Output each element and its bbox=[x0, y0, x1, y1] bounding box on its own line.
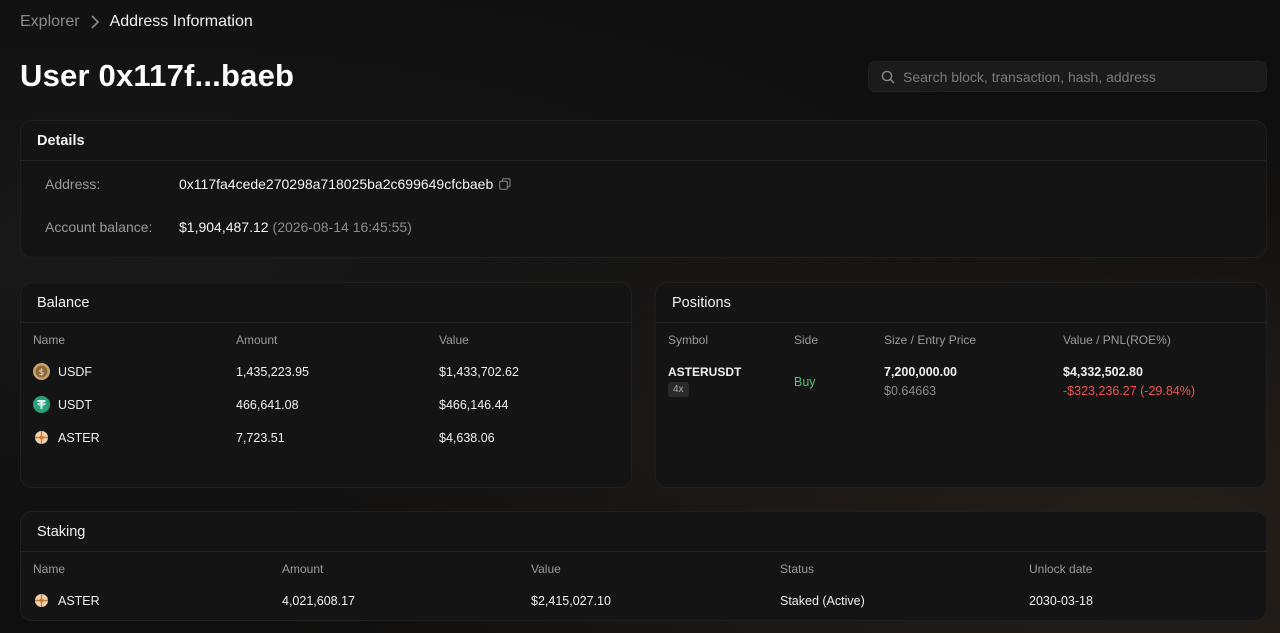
staking-col-unlock-date: Unlock date bbox=[1029, 562, 1093, 576]
search-input[interactable] bbox=[903, 68, 1253, 85]
table-row: ASTER bbox=[33, 429, 100, 446]
search-icon bbox=[881, 70, 895, 84]
chevron-right-icon bbox=[90, 15, 100, 29]
account-balance-label: Account balance: bbox=[45, 219, 153, 235]
balance-amount: 7,723.51 bbox=[236, 431, 285, 445]
staking-status: Staked (Active) bbox=[780, 594, 865, 608]
details-title: Details bbox=[21, 121, 1266, 161]
aster-coin-icon bbox=[33, 429, 50, 446]
account-balance-timestamp: (2026-08-14 16:45:55) bbox=[272, 219, 412, 235]
position-value: $4,332,502.80 bbox=[1063, 365, 1143, 379]
search-bar[interactable] bbox=[868, 61, 1267, 92]
position-symbol[interactable]: ASTERUSDT bbox=[668, 365, 741, 379]
address-label: Address: bbox=[45, 176, 101, 192]
positions-col-symbol: Symbol bbox=[668, 333, 709, 347]
balance-name: USDF bbox=[58, 364, 93, 379]
balance-title: Balance bbox=[21, 283, 631, 323]
account-balance-value: $1,904,487.12 bbox=[179, 219, 269, 235]
table-row: USDT bbox=[33, 396, 92, 413]
breadcrumb-explorer-link[interactable]: Explorer bbox=[20, 13, 80, 31]
staking-amount: 4,021,608.17 bbox=[282, 594, 355, 608]
position-pnl: -$323,236.27 (-29.84%) bbox=[1063, 384, 1196, 398]
balance-name: USDT bbox=[58, 397, 93, 412]
balance-col-name: Name bbox=[33, 333, 66, 347]
staking-col-name: Name bbox=[33, 562, 66, 576]
balance-value: $466,146.44 bbox=[439, 398, 509, 412]
balance-name: ASTER bbox=[58, 430, 100, 445]
balance-col-amount: Amount bbox=[236, 333, 278, 347]
page-title: User 0x117f...baeb bbox=[20, 58, 295, 93]
staking-col-value: Value bbox=[531, 562, 561, 576]
positions-col-size: Size / Entry Price bbox=[884, 333, 977, 347]
staking-col-amount: Amount bbox=[282, 562, 324, 576]
table-row: ASTER bbox=[33, 592, 100, 609]
staking-title: Staking bbox=[21, 512, 1266, 552]
positions-title: Positions bbox=[656, 283, 1266, 323]
position-size: 7,200,000.00 bbox=[884, 365, 957, 379]
position-entry-price: $0.64663 bbox=[884, 384, 937, 398]
staking-name: ASTER bbox=[58, 593, 100, 608]
usdf-coin-icon: $ bbox=[33, 363, 50, 380]
staking-card: Staking Name Amount Value Status Unlock … bbox=[20, 511, 1267, 621]
staking-value: $2,415,027.10 bbox=[531, 594, 611, 608]
aster-coin-icon bbox=[33, 592, 50, 609]
balance-value: $4,638.06 bbox=[439, 431, 495, 445]
balance-amount: 1,435,223.95 bbox=[236, 365, 309, 379]
details-card: Details Address: 0x117fa4cede270298a7180… bbox=[20, 120, 1267, 258]
breadcrumb-current: Address Information bbox=[109, 13, 253, 30]
balance-amount: 466,641.08 bbox=[236, 398, 299, 412]
positions-card: Positions Symbol Side Size / Entry Price… bbox=[655, 282, 1267, 488]
balance-value: $1,433,702.62 bbox=[439, 365, 519, 379]
staking-unlock-date: 2030-03-18 bbox=[1029, 594, 1093, 608]
balance-col-value: Value bbox=[439, 333, 469, 347]
positions-col-side: Side bbox=[794, 333, 819, 347]
account-balance-row: Account balance: $1,904,487.12 (2026-08-… bbox=[45, 219, 412, 235]
staking-col-status: Status bbox=[780, 562, 815, 576]
positions-col-value: Value / PNL(ROE%) bbox=[1063, 333, 1171, 347]
usdt-coin-icon bbox=[33, 396, 50, 413]
table-row: $ USDF bbox=[33, 363, 92, 380]
balance-card: Balance Name Amount Value $ USDF 1,435,2… bbox=[20, 282, 632, 488]
copy-icon[interactable] bbox=[499, 178, 511, 190]
address-value: 0x117fa4cede270298a718025ba2c699649cfcba… bbox=[179, 176, 494, 192]
address-row: Address: 0x117fa4cede270298a718025ba2c69… bbox=[45, 176, 511, 192]
position-side: Buy bbox=[794, 375, 816, 389]
leverage-badge: 4x bbox=[668, 382, 689, 397]
svg-text:$: $ bbox=[39, 368, 45, 378]
breadcrumb: Explorer Address Information bbox=[20, 13, 253, 31]
